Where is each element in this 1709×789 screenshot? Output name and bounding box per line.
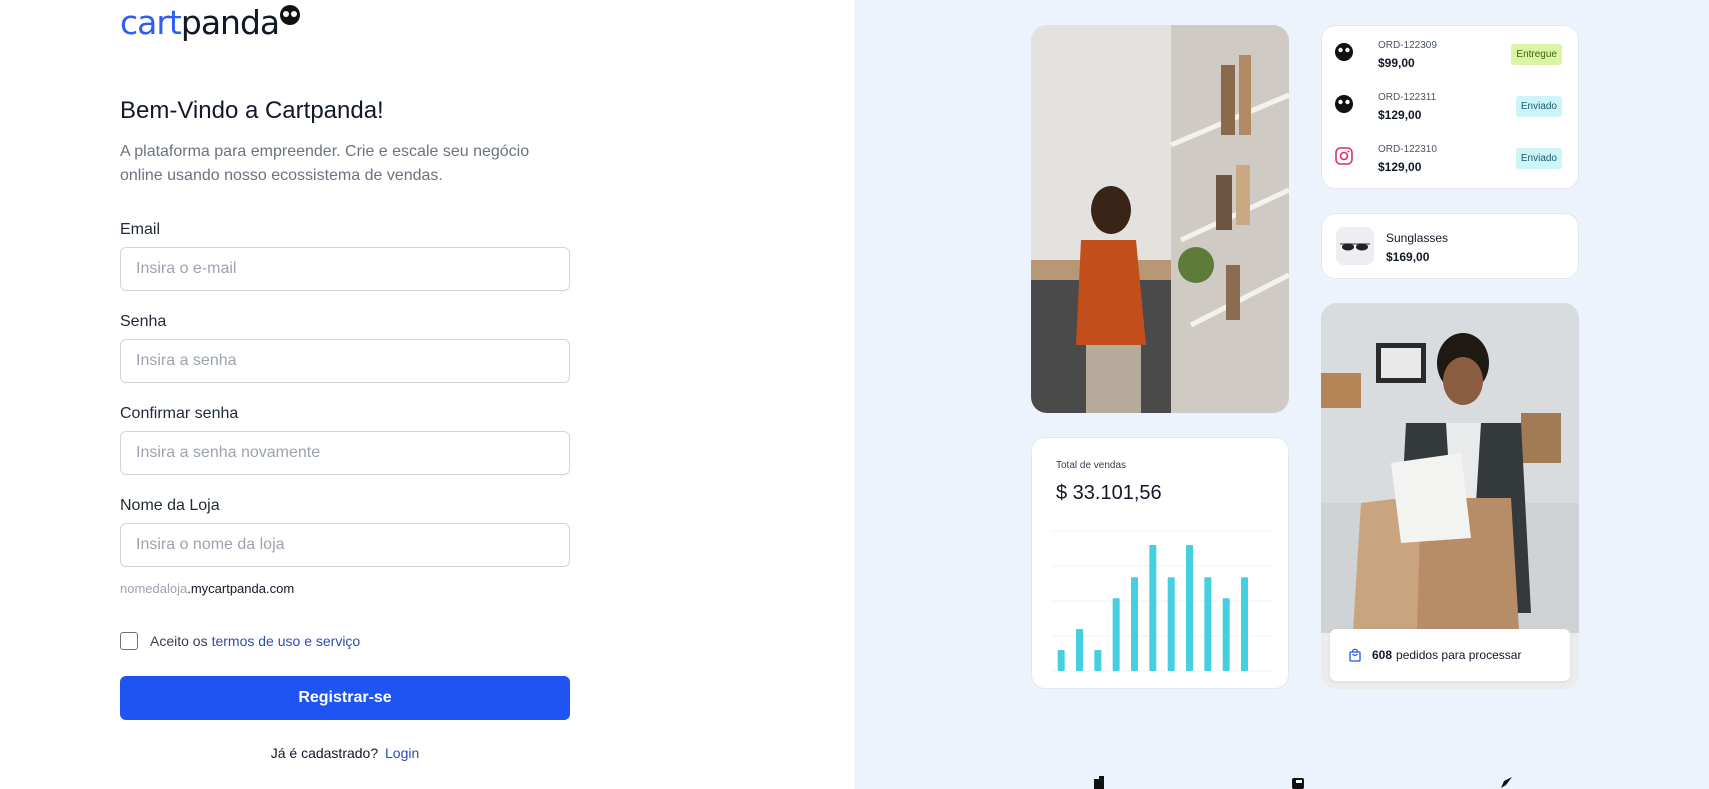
confirm-password-label: Confirmar senha (120, 405, 239, 422)
order-price: $129,00 (1378, 108, 1422, 122)
sales-bar-chart (1052, 530, 1272, 672)
order-price: $99,00 (1378, 56, 1415, 70)
order-id: ORD-122309 (1378, 40, 1437, 51)
chart-bar (1241, 577, 1248, 671)
sales-total-card: Total de vendas $ 33.101,56 (1031, 437, 1289, 689)
register-panel: cartpanda Bem-Vindo a Cartpanda! A plata… (0, 0, 854, 789)
store-name-field[interactable] (120, 523, 570, 567)
password-field[interactable] (120, 339, 570, 383)
page-subtitle: A plataforma para empreender. Crie e esc… (120, 143, 530, 184)
wallet-icon (1292, 778, 1304, 789)
order-row[interactable]: ORD-122311 $129,00 Enviado (1322, 78, 1578, 130)
order-row[interactable]: ORD-122310 $129,00 Enviado (1322, 130, 1578, 182)
rocket-icon (1501, 777, 1512, 788)
box-icon (1094, 776, 1104, 789)
order-row[interactable]: ORD-122309 $99,00 Entregue (1322, 26, 1578, 78)
chart-bar (1167, 577, 1175, 671)
chart-bar (1057, 650, 1065, 671)
shopping-bag-icon (1349, 648, 1361, 662)
terms-text: Aceito os (150, 633, 208, 649)
register-button[interactable]: Registrar-se (120, 676, 570, 720)
store-name-label: Nome da Loja (120, 497, 220, 514)
terms-link[interactable]: termos de uso e serviço (212, 633, 361, 649)
login-prompt: Já é cadastrado? Login (120, 745, 570, 761)
panda-icon (1335, 95, 1353, 113)
cartpanda-logo[interactable]: cartpanda (120, 2, 301, 42)
sunglasses-icon (1340, 243, 1370, 251)
product-thumbnail (1336, 227, 1374, 265)
recent-orders-card: ORD-122309 $99,00 Entregue ORD-122311 $1… (1321, 25, 1579, 189)
chart-bar (1112, 598, 1120, 671)
status-badge: Enviado (1515, 148, 1562, 169)
pending-text: pedidos para processar (1396, 648, 1522, 662)
chart-bar (1131, 577, 1138, 671)
woman-shelves-photo (1031, 25, 1289, 413)
chart-bar (1204, 577, 1212, 671)
email-field[interactable] (120, 247, 570, 291)
status-badge: Entregue (1511, 44, 1562, 65)
panda-icon (1335, 43, 1353, 61)
chart-bar (1186, 545, 1193, 671)
login-link[interactable]: Login (385, 745, 419, 761)
product-price: $169,00 (1386, 250, 1430, 264)
terms-row: Aceito os termos de uso e serviço (120, 632, 360, 650)
order-id: ORD-122311 (1378, 92, 1437, 103)
order-price: $129,00 (1378, 160, 1422, 174)
chart-bar (1076, 629, 1083, 671)
instagram-icon (1335, 147, 1353, 165)
confirm-password-field[interactable] (120, 431, 570, 475)
page-title: Bem-Vindo a Cartpanda! (120, 97, 384, 124)
showcase-panel: ORD-122309 $99,00 Entregue ORD-122311 $1… (854, 0, 1709, 789)
order-id: ORD-122310 (1378, 144, 1437, 155)
status-badge: Enviado (1515, 96, 1562, 117)
sales-label: Total de vendas (1056, 460, 1127, 471)
logo-wordmark: cartpanda (120, 2, 280, 42)
sales-value: $ 33.101,56 (1056, 482, 1162, 504)
product-card[interactable]: Sunglasses $169,00 (1321, 213, 1579, 279)
already-registered-text: Já é cadastrado? (270, 745, 379, 761)
password-label: Senha (120, 313, 167, 330)
chart-bar (1149, 545, 1157, 671)
email-label: Email (120, 221, 161, 238)
product-name: Sunglasses (1386, 231, 1449, 245)
pending-orders-banner: 608 pedidos para processar (1330, 629, 1570, 681)
pending-count: 608 (1372, 648, 1393, 662)
terms-checkbox[interactable] (120, 632, 138, 650)
chart-bar (1094, 650, 1102, 671)
panda-logo-icon (280, 5, 301, 25)
store-url-preview: nomedaloja.mycartpanda.com (120, 581, 295, 596)
chart-bar (1222, 598, 1230, 671)
